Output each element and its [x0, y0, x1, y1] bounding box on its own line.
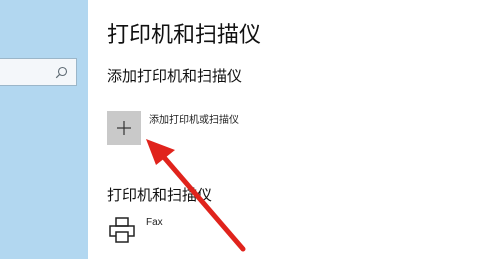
page-title: 打印机和扫描仪	[107, 22, 262, 47]
search-icon[interactable]	[55, 66, 68, 79]
add-printer-label[interactable]: 添加打印机或扫描仪	[149, 111, 239, 126]
printer-icon	[109, 217, 135, 243]
add-section-title: 添加打印机和扫描仪	[107, 68, 243, 85]
main-content: 打印机和扫描仪 添加打印机和扫描仪 添加打印机或扫描仪 打印机和扫描仪 Fax	[88, 0, 500, 259]
settings-sidebar	[0, 0, 88, 259]
printers-section-title: 打印机和扫描仪	[107, 187, 213, 204]
printer-name: Fax	[146, 217, 163, 228]
search-input[interactable]	[0, 58, 77, 86]
add-printer-button[interactable]	[107, 111, 141, 145]
printer-list-item-fax[interactable]: Fax	[105, 212, 225, 248]
plus-icon	[117, 121, 131, 135]
